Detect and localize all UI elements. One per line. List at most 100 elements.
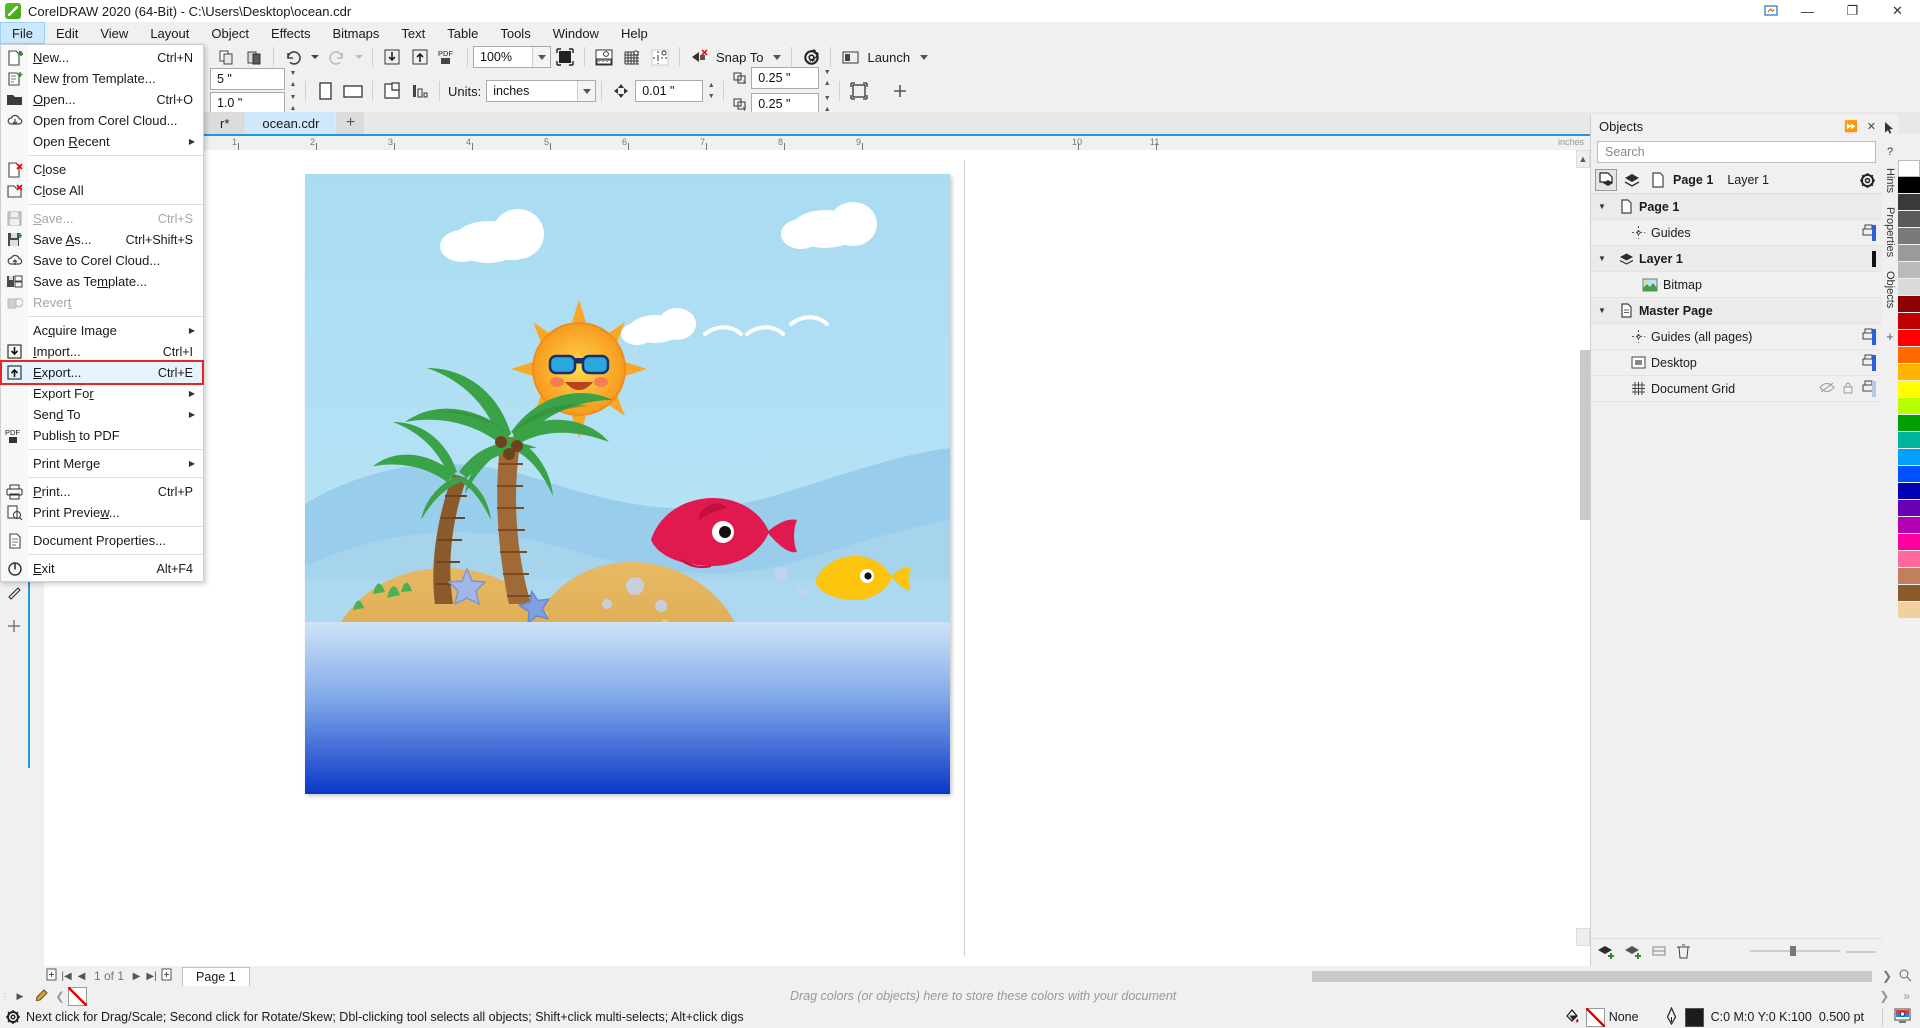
menu-item-print[interactable]: Print... Ctrl+P [1, 481, 203, 502]
menu-item-new[interactable]: New... Ctrl+N [1, 47, 203, 68]
menu-item-publish-to-pdf[interactable]: PDF Publish to PDF [1, 425, 203, 446]
swatch-light-gray[interactable] [1898, 245, 1920, 262]
horizontal-ruler[interactable]: 1 0 1 2 3 4 5 6 7 8 9 10 11 inches [28, 134, 1590, 150]
swatch-black[interactable] [1898, 177, 1920, 194]
menu-table[interactable]: Table [436, 22, 489, 44]
menu-item-print-preview[interactable]: Print Preview... [1, 502, 203, 523]
redo-dropdown-icon[interactable] [352, 45, 366, 69]
snap-off-icon[interactable] [686, 45, 712, 69]
canvas-scroll-down-button[interactable] [1576, 928, 1590, 946]
undo-icon[interactable] [280, 45, 306, 69]
menu-help[interactable]: Help [610, 22, 659, 44]
launch-dropdown-icon[interactable] [916, 45, 932, 69]
docker-close-icon[interactable]: ✕ [1867, 120, 1876, 133]
add-docker-icon[interactable]: + [1886, 329, 1894, 344]
edit-page-icon[interactable] [846, 79, 872, 103]
help-question-icon[interactable]: ? [1887, 146, 1893, 158]
menu-item-save[interactable]: Save... Ctrl+S [1, 208, 203, 229]
menu-item-send-to[interactable]: Send To ▶ [1, 404, 203, 425]
menu-item-save-as[interactable]: Save As... Ctrl+Shift+S [1, 229, 203, 250]
palette-grip[interactable]: ⋮ [0, 992, 10, 1001]
eyedropper-icon[interactable] [30, 988, 52, 1004]
swatch-mid-gray[interactable] [1898, 228, 1920, 245]
palette-next-arrow-icon[interactable]: ❯ [1879, 989, 1889, 1003]
page-objects-view-icon[interactable] [1595, 169, 1617, 191]
swatch-white[interactable] [1898, 160, 1920, 177]
units-combo[interactable]: inches [486, 80, 596, 102]
swatch-gray[interactable] [1898, 211, 1920, 228]
swatch-pink[interactable] [1898, 534, 1920, 551]
layer-manager-view-icon[interactable] [1621, 169, 1643, 191]
menu-view[interactable]: View [89, 22, 139, 44]
docker-collapse-icon[interactable]: ⏩ [1844, 120, 1858, 133]
docker-search-input[interactable]: Search [1597, 141, 1876, 163]
swatch-lime[interactable] [1898, 398, 1920, 415]
add-tool-icon[interactable] [2, 614, 26, 638]
menu-item-acquire-image[interactable]: Acquire Image ▶ [1, 320, 203, 341]
swatch-yellow[interactable] [1898, 381, 1920, 398]
page-height-field[interactable]: 1.0 " [210, 92, 285, 114]
bleed-settings-icon[interactable] [407, 79, 433, 103]
menu-file[interactable]: File [0, 22, 45, 44]
expand-triangle-icon[interactable]: ▼ [1591, 254, 1613, 263]
menu-item-new-from-template[interactable]: New from Template... [1, 68, 203, 89]
object-row-bitmap[interactable]: Bitmap [1591, 272, 1882, 298]
duplicate-x-field[interactable]: 0.25 " [751, 67, 819, 89]
menu-item-save-to-corel-cloud[interactable]: Save to Corel Cloud... [1, 250, 203, 271]
object-row-master-page[interactable]: ▼ Master Page [1591, 298, 1882, 324]
scroll-right-chevron-icon[interactable]: ❯ [1882, 969, 1892, 983]
menu-text[interactable]: Text [390, 22, 436, 44]
previous-page-button[interactable]: ◀ [74, 971, 89, 982]
page-width-field[interactable]: 5 " [210, 68, 285, 90]
export-toolbar-icon[interactable] [407, 45, 433, 69]
menu-window[interactable]: Window [542, 22, 610, 44]
share-icon[interactable] [1757, 0, 1785, 22]
rail-tab-hints[interactable]: Hints [1884, 168, 1896, 193]
swatch-purple[interactable] [1898, 500, 1920, 517]
menu-layout[interactable]: Layout [139, 22, 200, 44]
last-page-button[interactable]: ▶| [144, 971, 159, 982]
new-master-layer-icon[interactable] [1624, 943, 1643, 963]
object-row-layer1[interactable]: ▼ Layer 1 [1591, 246, 1882, 272]
swatch-blue[interactable] [1898, 466, 1920, 483]
menu-item-open[interactable]: Open... Ctrl+O [1, 89, 203, 110]
swatch-sky-blue[interactable] [1898, 449, 1920, 466]
swatch-cream[interactable] [1898, 602, 1920, 619]
docker-page-selector[interactable]: Page 1 [1673, 173, 1713, 187]
new-layer-icon[interactable] [1597, 943, 1616, 963]
page-height-stepper[interactable]: ▼▲ [286, 92, 300, 114]
swatch-dark-red[interactable] [1898, 296, 1920, 313]
object-row-document-grid[interactable]: Document Grid [1591, 376, 1882, 402]
menu-item-export[interactable]: Export... Ctrl+E [1, 362, 203, 383]
swatch-magenta[interactable] [1898, 517, 1920, 534]
nudge-distance-field[interactable]: 0.01 " [635, 80, 703, 102]
menu-item-document-properties[interactable]: Document Properties... [1, 530, 203, 551]
zoom-dropdown-arrow[interactable] [532, 47, 550, 67]
status-gear-icon[interactable] [0, 1009, 26, 1025]
menu-item-open-recent[interactable]: Open Recent ▶ [1, 131, 203, 152]
menu-edit[interactable]: Edit [45, 22, 89, 44]
swatch-teal[interactable] [1898, 432, 1920, 449]
outline-color-indicator[interactable]: C:0 M:0 Y:0 K:100 0.500 pt [1665, 1007, 1864, 1028]
swatch-near-white[interactable] [1898, 279, 1920, 296]
palette-expand-icon[interactable]: » [1903, 989, 1910, 1003]
swatch-red[interactable] [1898, 313, 1920, 330]
launch-label[interactable]: Launch [867, 50, 910, 65]
menu-bitmaps[interactable]: Bitmaps [321, 22, 390, 44]
menu-item-import[interactable]: Import... Ctrl+I [1, 341, 203, 362]
swatch-dark-gray[interactable] [1898, 194, 1920, 211]
swatch-amber[interactable] [1898, 364, 1920, 381]
docker-layer-selector[interactable]: Layer 1 [1727, 173, 1769, 187]
portrait-orientation-icon[interactable] [312, 79, 338, 103]
maximize-button[interactable]: ❐ [1830, 0, 1875, 22]
copy-icon[interactable] [213, 45, 239, 69]
canvas-horizontal-scrollbar-thumb[interactable] [1312, 971, 1872, 982]
first-page-button[interactable]: |◀ [59, 971, 74, 982]
redo-icon[interactable] [324, 45, 350, 69]
fill-none-swatch[interactable] [1586, 1008, 1605, 1027]
swatch-orange[interactable] [1898, 347, 1920, 364]
zoom-fit-icon[interactable] [1898, 968, 1912, 985]
menu-item-close[interactable]: Close [1, 159, 203, 180]
hidden-eye-icon[interactable] [1819, 381, 1835, 397]
menu-item-export-for[interactable]: Export For ▶ [1, 383, 203, 404]
